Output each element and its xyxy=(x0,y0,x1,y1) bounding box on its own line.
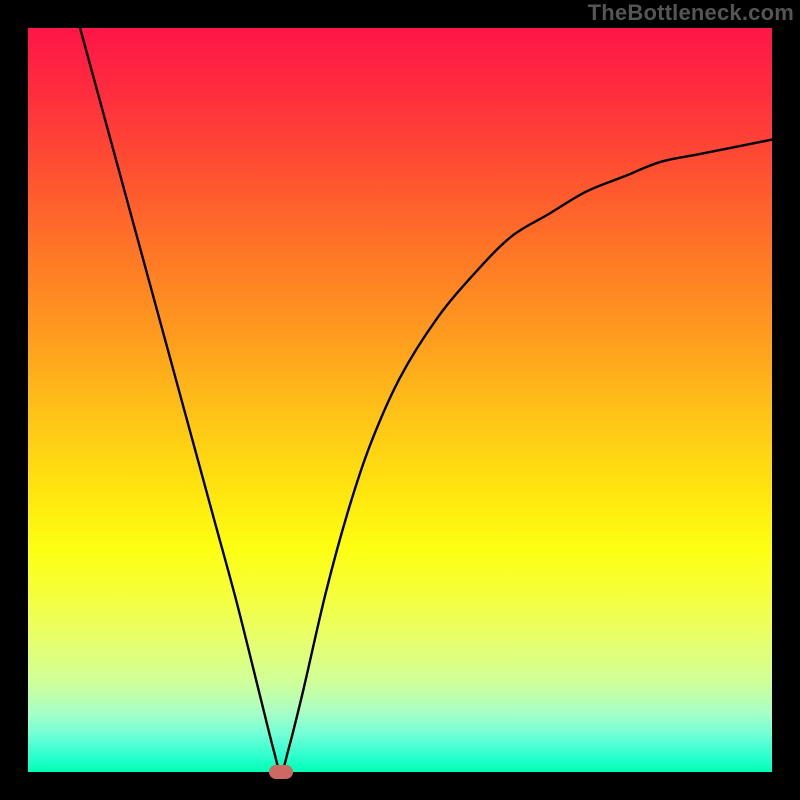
bottleneck-curve xyxy=(28,28,772,772)
chart-frame: TheBottleneck.com xyxy=(0,0,800,800)
minimum-marker xyxy=(269,765,293,779)
watermark-text: TheBottleneck.com xyxy=(588,0,794,26)
plot-area xyxy=(28,28,772,772)
